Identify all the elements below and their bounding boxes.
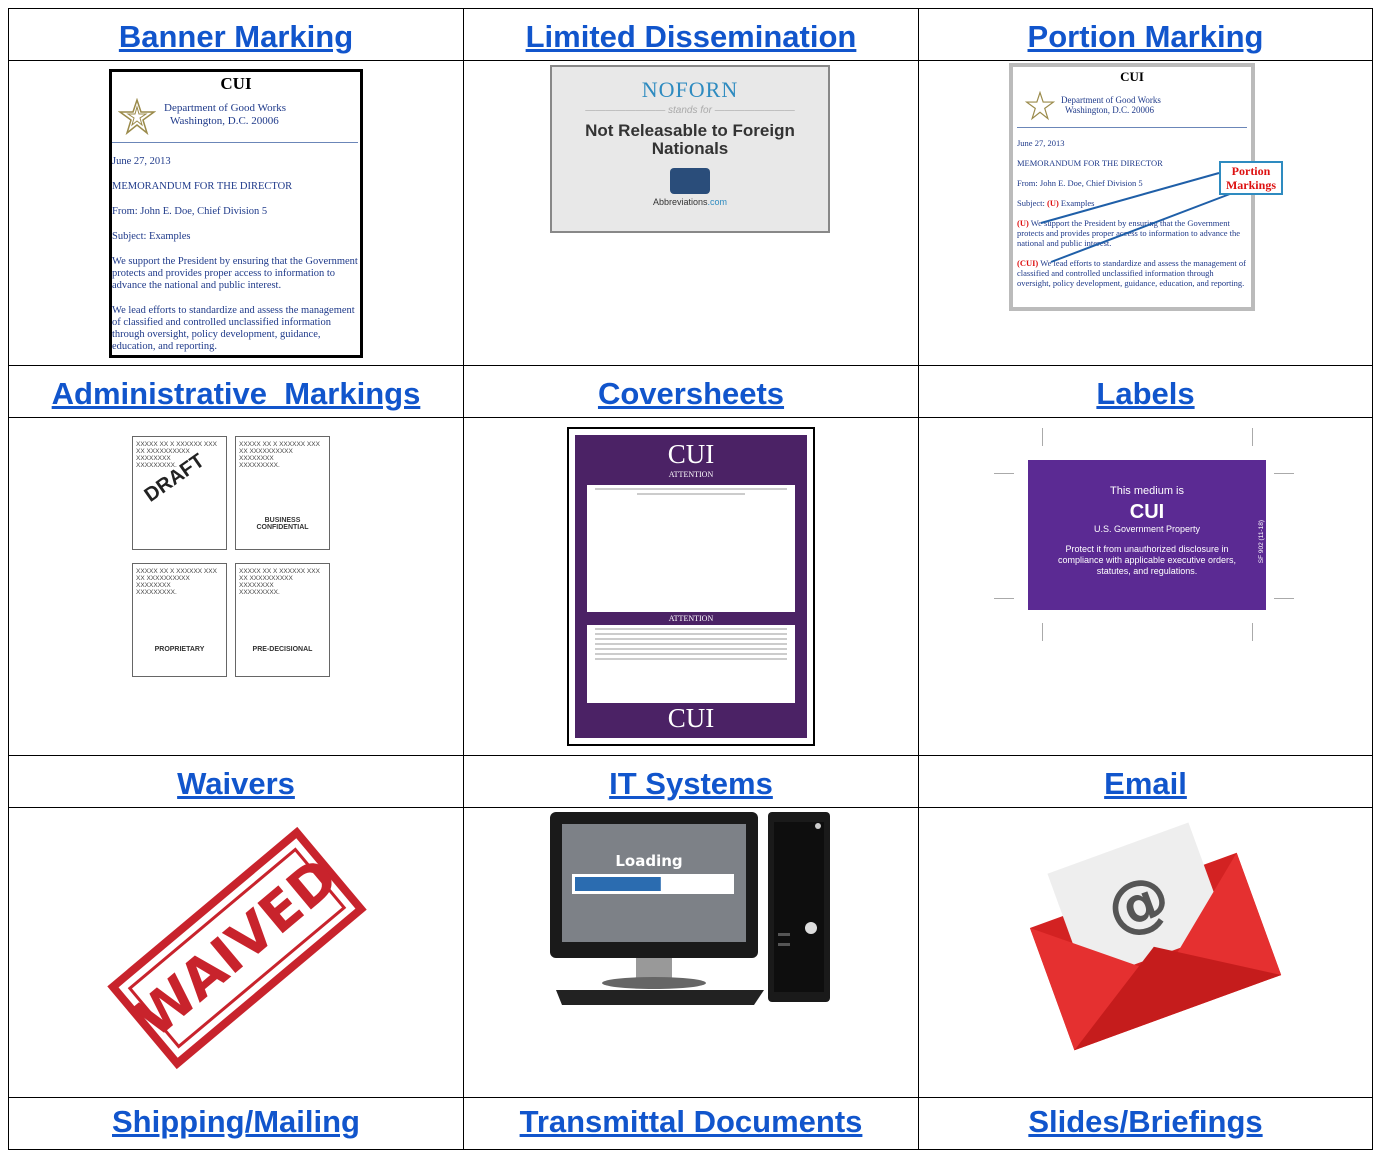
coversheets-image: CUI ATTENTION ATTENTION CUI — [464, 418, 918, 755]
banner-para1: We support the President by ensuring tha… — [112, 256, 358, 291]
abbreviations-site: Abbreviations.com — [652, 197, 728, 207]
envelope-icon: @ — [1029, 822, 1282, 1051]
noforn-title: NOFORN — [641, 77, 739, 102]
noforn-stands-for: ———————— stands for ———————— — [585, 105, 795, 116]
link-portion-marking[interactable]: Portion Marking — [1028, 15, 1264, 55]
it-systems-image: Loading — [464, 808, 918, 1097]
coversheet-cui-bottom: CUI — [667, 703, 715, 733]
draft-page: XXXXX XX X XXXXXX XXX XX XXXXXXXXXX XXXXXX… — [132, 436, 227, 550]
link-transmittal-documents[interactable]: Transmittal Documents — [520, 1098, 863, 1140]
noforn-meaning: Not Releasable to Foreign Nationals — [585, 121, 795, 158]
portion-markings-callout: Portion Markings — [1219, 161, 1283, 195]
link-labels[interactable]: Labels — [1096, 372, 1194, 412]
link-it-systems[interactable]: IT Systems — [609, 762, 773, 802]
banner-subject: Subject: Examples — [112, 231, 191, 242]
noforn-card: NOFORN ———————— stands for ———————— Not … — [550, 65, 830, 233]
computer-icon: Loading — [550, 812, 830, 1005]
label-cui: CUI — [1129, 501, 1165, 523]
link-email[interactable]: Email — [1104, 762, 1187, 802]
link-banner-marking[interactable]: Banner Marking — [119, 15, 353, 55]
pre-decisional-page: XXXXX XX X XXXXXX XXX XX XXXXXXXXXX XXXXXX… — [235, 563, 330, 677]
link-waivers[interactable]: Waivers — [177, 762, 295, 802]
coversheet-attention-bottom: ATTENTION — [668, 614, 714, 623]
banner-memo: CUI Department of Good Works Washington,… — [109, 69, 363, 358]
banner-dept: Department of Good Works — [164, 102, 287, 114]
administrative-markings-image: XXXXX XX X XXXXXX XXX XX XXXXXXXXXX XXXXXX… — [9, 418, 463, 755]
link-slides-briefings[interactable]: Slides/Briefings — [1028, 1098, 1262, 1140]
label-protect: Protect it from unauthorized disclosure … — [1057, 544, 1237, 576]
banner-address: Washington, D.C. 20006 — [170, 115, 279, 127]
banner-date: June 27, 2013 — [112, 156, 171, 167]
portion-marking-image: CUI Department of Good Works Washington,… — [919, 61, 1372, 365]
labels-image: This medium is CUI U.S. Government Prope… — [919, 418, 1372, 755]
proprietary-page: XXXXX XX X XXXXXX XXX XX XXXXXXXXXX XXXXXX… — [132, 563, 227, 677]
label-property: U.S. Government Property — [1093, 524, 1201, 534]
link-limited-dissemination[interactable]: Limited Dissemination — [526, 15, 857, 55]
coversheet-cui-top: CUI — [667, 439, 715, 469]
link-coversheets[interactable]: Coversheets — [598, 372, 784, 412]
email-image: @ — [919, 808, 1372, 1097]
banner-para2: We lead efforts to standardize and asses… — [112, 305, 355, 352]
cui-markings-table: Banner Marking Limited Dissemination Por… — [8, 8, 1373, 1150]
abbreviations-logo-icon — [670, 168, 710, 194]
waived-stamp-icon: WAIVED — [107, 826, 367, 1070]
banner-cui: CUI — [220, 74, 252, 93]
seal-icon — [118, 98, 156, 136]
link-shipping-mailing[interactable]: Shipping/Mailing — [112, 1098, 360, 1140]
banner-marking-image: CUI Department of Good Works Washington,… — [9, 61, 463, 365]
business-confidential-page: XXXXX XX X XXXXXX XXX XX XXXXXXXXXX XXXXXX… — [235, 436, 330, 550]
callout-arrows — [1040, 172, 1244, 263]
cui-label: This medium is CUI U.S. Government Prope… — [1028, 460, 1266, 610]
banner-memo-for: MEMORANDUM FOR THE DIRECTOR — [112, 181, 293, 192]
limited-dissemination-image: NOFORN ———————— stands for ———————— Not … — [464, 61, 918, 365]
loading-progress-bar — [575, 877, 661, 891]
cui-coversheet: CUI ATTENTION ATTENTION CUI — [567, 427, 815, 746]
loading-text: Loading — [615, 852, 682, 870]
waivers-image: WAIVED — [9, 808, 463, 1097]
coversheet-attention-top: ATTENTION — [668, 470, 714, 479]
label-line1: This medium is — [1110, 485, 1184, 497]
banner-from: From: John E. Doe, Chief Division 5 — [112, 206, 268, 217]
link-administrative-markings[interactable]: Administrative Markings — [52, 372, 421, 412]
label-form-number: SF 902 (11-18) — [1258, 520, 1265, 564]
